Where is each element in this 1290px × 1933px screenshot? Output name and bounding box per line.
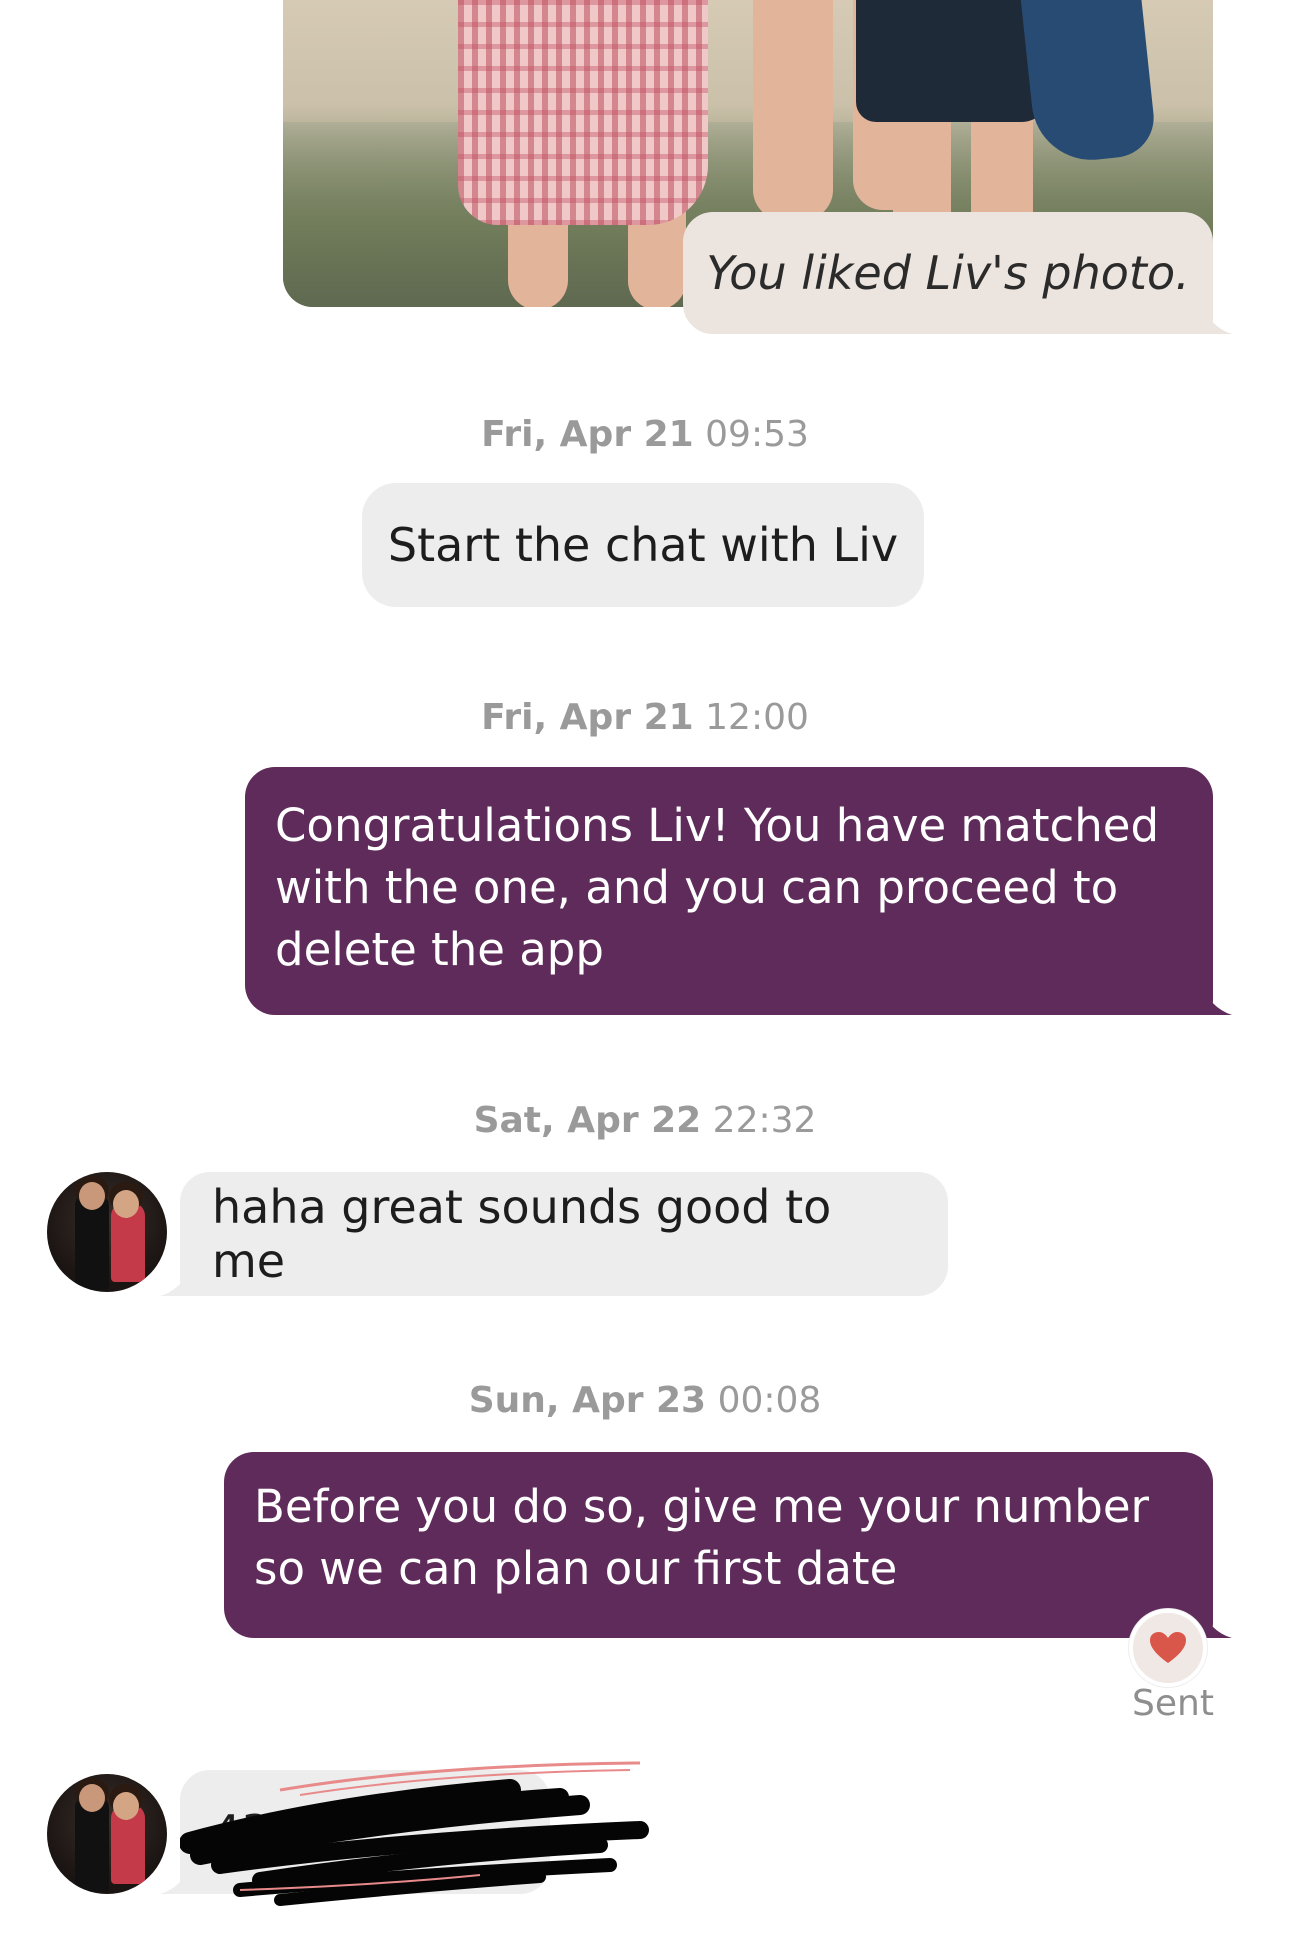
timestamp: Sun, Apr 23 00:08: [0, 1380, 1290, 1421]
photo-shorts: [856, 0, 1051, 122]
timestamp-time: 12:00: [705, 697, 809, 738]
avatar[interactable]: [47, 1172, 167, 1292]
reaction-badge[interactable]: [1129, 1609, 1207, 1687]
timestamp-day: Sat, Apr 22: [473, 1100, 702, 1141]
timestamp-time: 00:08: [717, 1380, 822, 1421]
message-text: Congratulations Liv! You have matched wi…: [275, 799, 1160, 976]
photo-leg: [753, 0, 833, 220]
avatar-face: [79, 1784, 105, 1812]
bubble-tail: [1198, 980, 1232, 1015]
avatar-face: [113, 1792, 139, 1820]
timestamp: Fri, Apr 21 09:53: [0, 414, 1290, 455]
start-chat-prompt[interactable]: Start the chat with Liv: [362, 483, 924, 607]
timestamp-day: Fri, Apr 21: [481, 414, 694, 455]
bubble-tail: [160, 1262, 194, 1296]
timestamp-time: 09:53: [705, 414, 809, 455]
timestamp: Sat, Apr 22 22:32: [0, 1100, 1290, 1141]
sent-message[interactable]: Before you do so, give me your number so…: [224, 1452, 1213, 1638]
timestamp-day: Sun, Apr 23: [468, 1380, 707, 1421]
message-text: Before you do so, give me your number so…: [254, 1480, 1150, 1595]
timestamp: Fri, Apr 21 12:00: [0, 697, 1290, 738]
timestamp-time: 22:32: [712, 1100, 817, 1141]
avatar-face: [79, 1182, 105, 1210]
message-text: haha great sounds good to me: [212, 1180, 832, 1288]
avatar[interactable]: [47, 1774, 167, 1894]
sent-message[interactable]: Congratulations Liv! You have matched wi…: [245, 767, 1213, 1015]
heart-icon: [1150, 1632, 1186, 1663]
bubble-tail: [1198, 298, 1232, 334]
liked-photo-label: You liked Liv's photo.: [706, 246, 1190, 300]
delivery-status: Sent: [1132, 1683, 1214, 1724]
photo-skirt: [458, 0, 708, 225]
avatar-face: [113, 1190, 139, 1218]
start-chat-label: Start the chat with Liv: [387, 518, 899, 572]
received-message[interactable]: haha great sounds good to me: [180, 1172, 948, 1296]
redaction-scribble: [180, 1761, 649, 1906]
timestamp-day: Fri, Apr 21: [481, 697, 694, 738]
liked-photo-bubble: You liked Liv's photo.: [683, 212, 1213, 334]
